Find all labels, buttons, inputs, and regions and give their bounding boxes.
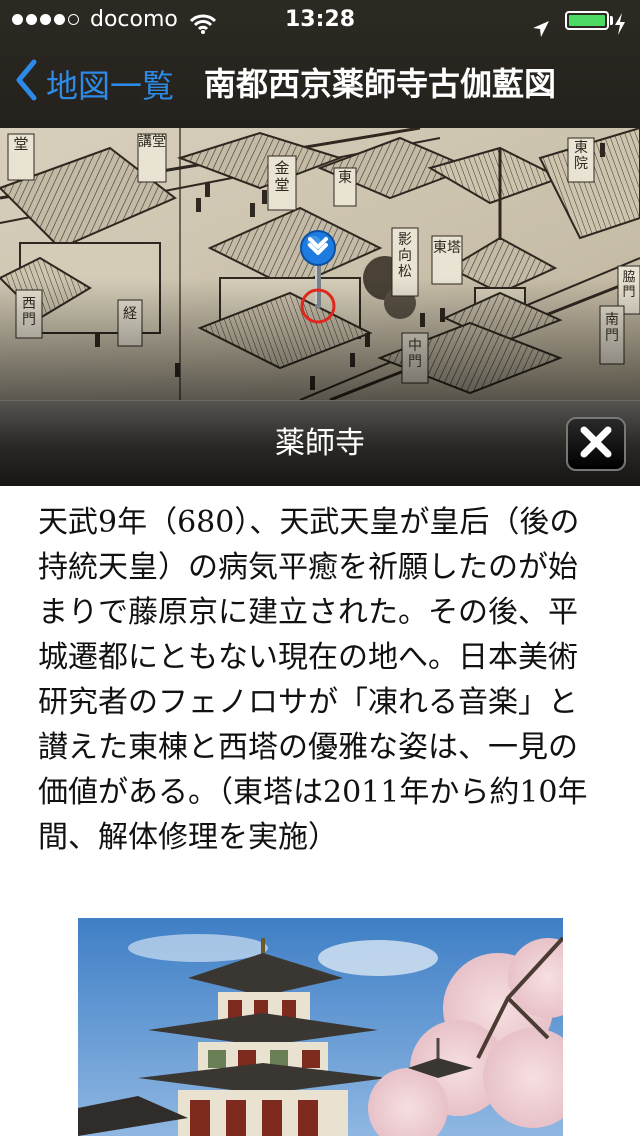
map-label: 東塔 xyxy=(433,240,461,256)
temple-description: 天武9年（680）、天武天皇が皇后（後の持統天皇）の病気平癒を祈願したのが始まり… xyxy=(38,505,588,855)
top-bar: docomo 13:28 地図一覧 南都西京薬師寺古伽藍図 xyxy=(0,0,640,128)
map-pin[interactable] xyxy=(299,230,337,330)
status-bar: docomo 13:28 xyxy=(0,0,640,40)
detail-title: 薬師寺 xyxy=(275,426,365,461)
map-label: 西門 xyxy=(22,296,36,328)
close-icon xyxy=(579,425,613,463)
map-label: 影向松 xyxy=(398,232,412,280)
battery-icon xyxy=(565,11,609,30)
map-label: 東 xyxy=(338,170,352,186)
map-label: 南門 xyxy=(605,312,619,344)
back-button[interactable]: 地図一覧 xyxy=(14,58,174,110)
map-label: 脇門 xyxy=(622,270,636,300)
map-label: 金堂 xyxy=(274,159,290,194)
chevron-left-icon xyxy=(14,59,46,109)
back-button-label: 地図一覧 xyxy=(46,67,175,105)
map-label: 講堂 xyxy=(138,134,166,150)
map-label: 堂 xyxy=(13,135,29,153)
detail-header: 薬師寺 xyxy=(0,400,640,486)
battery-level xyxy=(569,15,605,26)
page-title: 南都西京薬師寺古伽藍図 xyxy=(204,65,557,103)
navigation-bar: 地図一覧 南都西京薬師寺古伽藍図 xyxy=(0,40,640,128)
temple-photo xyxy=(78,918,563,1136)
map-label: 経 xyxy=(123,306,137,322)
map-label: 東院 xyxy=(574,140,588,172)
battery-tip xyxy=(610,16,613,25)
temple-map[interactable]: 堂 講堂 金堂 東院 東 影向松 東塔 西門 中門 脇門 南門 経 xyxy=(0,128,640,400)
map-label: 中門 xyxy=(408,338,422,370)
close-button[interactable] xyxy=(566,417,626,471)
